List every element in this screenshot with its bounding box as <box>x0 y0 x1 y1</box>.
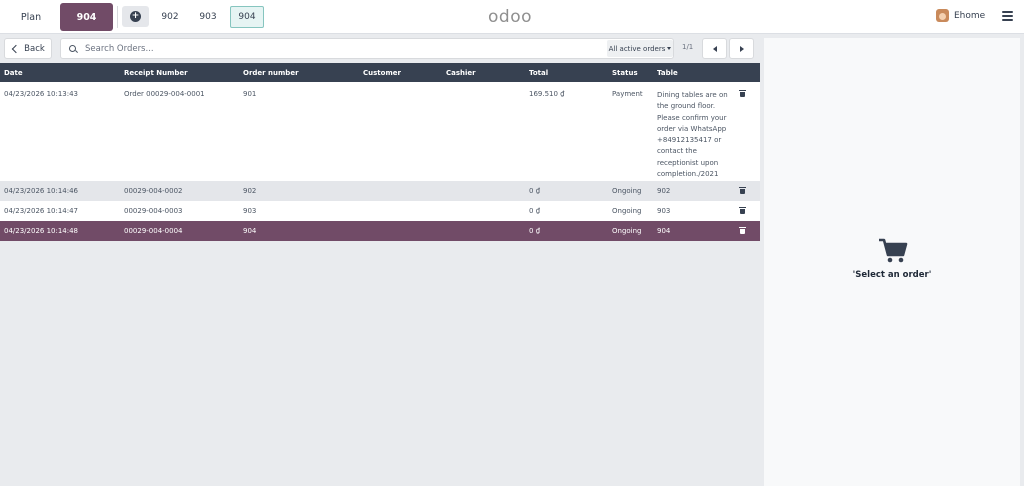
back-label: Back <box>24 43 45 54</box>
odoo-logo: odoo <box>488 7 532 27</box>
header-status: Status <box>612 69 638 77</box>
cell-order: 902 <box>243 187 257 195</box>
empty-state-message: 'Select an order' <box>852 270 932 280</box>
cell-table: 903 <box>657 207 671 215</box>
pos-navbar: Plan 904 + 902 903 904 odoo Ehome <box>0 0 1024 34</box>
navbar-divider <box>117 6 118 28</box>
table-header: Date Receipt Number Order number Custome… <box>0 63 760 82</box>
cell-total: 169.510 ₫ <box>529 90 565 98</box>
order-tab-904[interactable]: 904 <box>230 6 264 28</box>
active-table-button[interactable]: 904 <box>60 3 113 31</box>
caret-down-icon <box>667 47 672 50</box>
cell-date: 04/23/2026 10:14:47 <box>4 207 79 215</box>
pager-previous-button[interactable] <box>702 38 727 59</box>
cell-order: 904 <box>243 227 257 235</box>
search-input[interactable] <box>85 39 605 58</box>
header-date: Date <box>4 69 23 77</box>
caret-left-icon <box>712 45 717 52</box>
pager-value: 1/1 <box>682 43 694 51</box>
filter-label: All active orders <box>608 44 666 53</box>
cell-total: 0 ₫ <box>529 207 541 215</box>
table-row[interactable]: 04/23/2026 10:14:46 00029-004-0002 902 0… <box>0 181 760 201</box>
cell-table: Dining tables are on the ground floor. P… <box>657 91 728 179</box>
plus-icon: + <box>130 11 141 22</box>
cell-receipt: 00029-004-0002 <box>124 187 183 195</box>
table-row-selected[interactable]: 04/23/2026 10:14:48 00029-004-0004 904 0… <box>0 221 760 241</box>
plan-button[interactable]: Plan <box>8 4 54 30</box>
add-order-button[interactable]: + <box>122 6 149 27</box>
search-icon <box>69 45 76 52</box>
cell-status: Ongoing <box>612 227 642 235</box>
order-filter-dropdown[interactable]: All active orders <box>607 40 673 57</box>
header-cashier: Cashier <box>446 69 476 77</box>
header-total: Total <box>529 69 549 77</box>
cell-total: 0 ₫ <box>529 187 541 195</box>
order-tab-902[interactable]: 902 <box>156 6 184 28</box>
avatar <box>936 9 949 22</box>
cell-date: 04/23/2026 10:14:48 <box>4 227 79 235</box>
search-bar: All active orders <box>60 38 674 59</box>
cell-receipt: Order 00029-004-0001 <box>124 90 205 98</box>
order-detail-pane: 'Select an order' <box>764 38 1020 486</box>
cell-receipt: 00029-004-0003 <box>124 207 183 215</box>
cell-total: 0 ₫ <box>529 227 541 235</box>
hamburger-menu-icon[interactable] <box>1002 11 1013 21</box>
cell-status: Payment <box>612 90 643 98</box>
header-order: Order number <box>243 69 299 77</box>
chevron-left-icon <box>11 44 21 53</box>
pager-next-button[interactable] <box>729 38 754 59</box>
header-table: Table <box>657 69 678 77</box>
shopping-cart-icon <box>879 238 908 263</box>
user-menu[interactable]: Ehome <box>936 9 985 22</box>
back-button[interactable]: Back <box>4 38 52 59</box>
cell-receipt: 00029-004-0004 <box>124 227 183 235</box>
table-row[interactable]: 04/23/2026 10:14:47 00029-004-0003 903 0… <box>0 201 760 221</box>
cell-order: 903 <box>243 207 257 215</box>
orders-toolbar: Back All active orders 1/1 <box>0 35 760 63</box>
cell-status: Ongoing <box>612 187 642 195</box>
cell-date: 04/23/2026 10:13:43 <box>4 90 79 98</box>
header-receipt: Receipt Number <box>124 69 188 77</box>
order-tab-903[interactable]: 903 <box>194 6 222 28</box>
header-customer: Customer <box>363 69 401 77</box>
table-row[interactable]: 04/23/2026 10:13:43 Order 00029-004-0001… <box>0 82 760 181</box>
user-name: Ehome <box>954 10 986 21</box>
cell-table: 902 <box>657 187 671 195</box>
cell-table: 904 <box>657 227 671 235</box>
cell-status: Ongoing <box>612 207 642 215</box>
orders-list-pane: Back All active orders 1/1 Date Receipt … <box>0 35 760 486</box>
cell-date: 04/23/2026 10:14:46 <box>4 187 79 195</box>
cell-order: 901 <box>243 90 257 98</box>
caret-right-icon <box>739 45 744 52</box>
